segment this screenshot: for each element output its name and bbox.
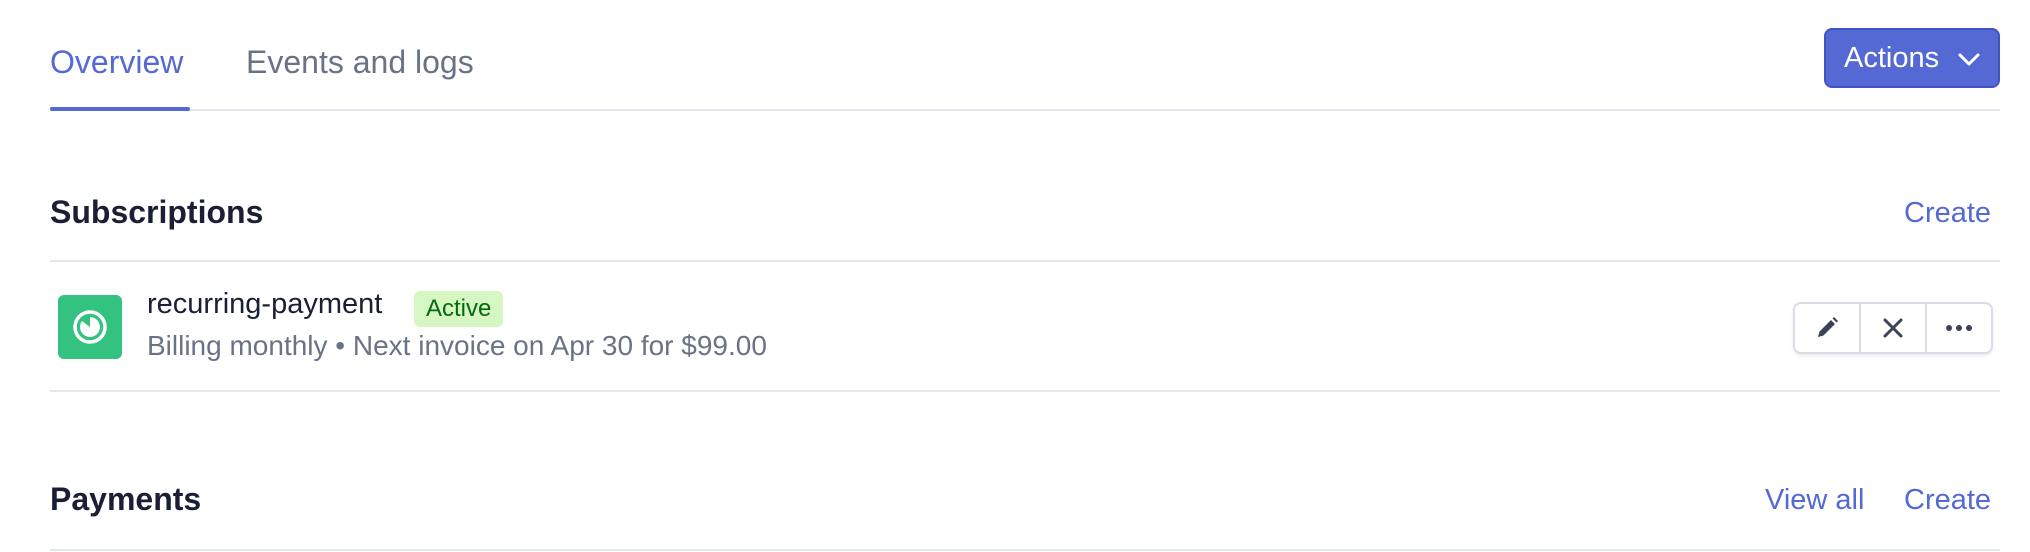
divider bbox=[50, 549, 2000, 551]
subscription-row-actions bbox=[1793, 302, 1993, 354]
tab-overview[interactable]: Overview bbox=[50, 40, 183, 84]
status-badge: Active bbox=[414, 291, 504, 327]
actions-button[interactable]: Actions bbox=[1824, 28, 2000, 88]
pencil-icon bbox=[1818, 317, 1838, 337]
divider bbox=[50, 390, 2000, 392]
more-icon bbox=[1946, 325, 1972, 331]
tab-events-and-logs[interactable]: Events and logs bbox=[246, 40, 474, 84]
payments-heading: Payments bbox=[50, 481, 202, 517]
payments-view-all-link[interactable]: View all bbox=[1765, 484, 1864, 517]
close-icon bbox=[1883, 318, 1903, 338]
active-tab-indicator bbox=[50, 107, 190, 111]
divider bbox=[50, 260, 2000, 262]
subscriptions-heading: Subscriptions bbox=[50, 194, 264, 230]
more-options-button[interactable] bbox=[1925, 304, 1991, 352]
subscriptions-create-link[interactable]: Create bbox=[1904, 197, 1991, 230]
tab-bar: Overview Events and logs bbox=[50, 0, 2000, 111]
edit-button[interactable] bbox=[1795, 304, 1859, 352]
subscription-name[interactable]: recurring-payment bbox=[147, 288, 382, 321]
payments-create-link[interactable]: Create bbox=[1904, 484, 1991, 517]
cancel-subscription-button[interactable] bbox=[1859, 304, 1925, 352]
subscription-icon bbox=[58, 295, 122, 359]
actions-button-label: Actions bbox=[1844, 41, 1940, 74]
subscription-cycle-icon bbox=[73, 310, 107, 344]
subscription-billing-details: Billing monthly • Next invoice on Apr 30… bbox=[147, 330, 767, 361]
chevron-down-icon bbox=[1958, 53, 1980, 66]
